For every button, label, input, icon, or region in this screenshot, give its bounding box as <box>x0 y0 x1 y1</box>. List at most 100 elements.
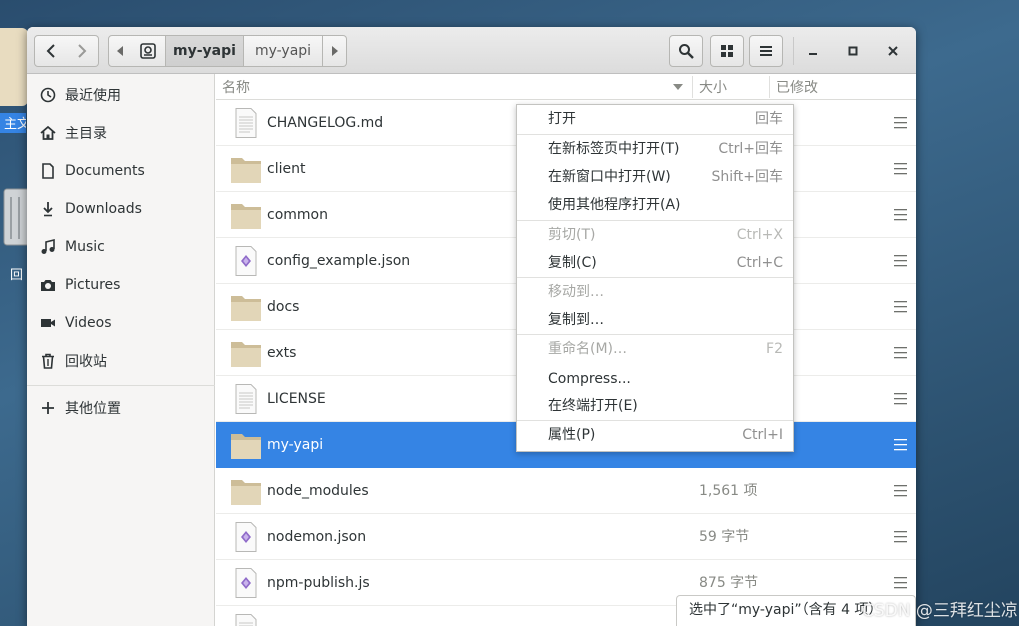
context-menu-item[interactable]: 在新窗口中打开(W) Shift+回车 <box>517 163 793 192</box>
file-name: npm-publish.js <box>267 575 370 591</box>
watermark: CSDN @三拜红尘凉 <box>862 601 1018 621</box>
triangle-right-icon <box>331 46 338 56</box>
desktop-trash-label[interactable]: 回 <box>10 264 23 283</box>
sort-down-icon <box>673 84 683 90</box>
context-menu-item[interactable]: 打开 回车 <box>517 105 793 134</box>
path-root-button[interactable] <box>131 35 166 67</box>
script-file-icon <box>235 568 257 598</box>
context-menu-item[interactable]: 属性(P) Ctrl+I <box>517 421 793 450</box>
folder-icon <box>231 342 261 367</box>
column-divider <box>692 76 693 98</box>
context-menu-item[interactable]: 使用其他程序打开(A) <box>517 191 793 220</box>
column-header-modified[interactable]: 已修改 <box>776 74 818 100</box>
sidebar-item-documents[interactable]: Documents <box>27 153 215 189</box>
maximize-button[interactable] <box>841 39 865 63</box>
camera-icon <box>40 277 56 293</box>
context-menu-item[interactable]: Compress... <box>517 365 793 394</box>
grid-icon <box>721 45 733 57</box>
menu-item-accelerator: Shift+回车 <box>711 169 783 185</box>
file-icon <box>230 430 262 460</box>
sidebar-item-other-locations[interactable]: 其他位置 <box>27 390 215 426</box>
menu-item-label: 复制(C) <box>548 255 597 271</box>
path-scroll-left-button[interactable] <box>108 35 132 67</box>
context-menu-item[interactable]: 在终端打开(E) <box>517 392 793 421</box>
file-row[interactable]: node_modules 1,561 项 <box>216 468 916 514</box>
path-scroll-right-button[interactable] <box>323 35 347 67</box>
header-separator <box>793 37 794 65</box>
column-header-size[interactable]: 大小 <box>699 74 727 100</box>
context-menu-item[interactable]: 复制到… <box>517 306 793 335</box>
sidebar-item-label: Documents <box>65 163 145 179</box>
menu-item-label: 重命名(M)… <box>548 341 628 357</box>
menu-item-label: 打开 <box>548 111 576 127</box>
menu-item-label: 移动到… <box>548 284 604 300</box>
menu-button[interactable] <box>749 35 783 67</box>
file-icon <box>230 522 262 552</box>
maximize-icon <box>848 46 858 56</box>
menu-item-accelerator: F2 <box>766 341 783 357</box>
file-row[interactable]: nodemon.json 59 字节 <box>216 514 916 560</box>
breadcrumb-current[interactable]: my-yapi <box>166 35 244 67</box>
file-name: config_example.json <box>267 253 411 269</box>
sidebar-item-label: Videos <box>65 315 112 331</box>
menu-item-label: 在新标签页中打开(T) <box>548 141 680 157</box>
sidebar-item-home[interactable]: 主目录 <box>27 115 215 151</box>
column-divider <box>769 76 770 98</box>
breadcrumb-child[interactable]: my-yapi <box>244 35 323 67</box>
file-name: docs <box>267 299 300 315</box>
sidebar-item-label: Music <box>65 239 105 255</box>
search-button[interactable] <box>669 35 703 67</box>
file-name: my-yapi <box>267 437 324 453</box>
column-header-name[interactable]: 名称 <box>222 74 692 100</box>
sidebar-item-label: 其他位置 <box>65 401 121 417</box>
menu-item-accelerator: 回车 <box>755 111 783 127</box>
text-file-icon <box>235 108 257 138</box>
menu-item-accelerator: Ctrl+回车 <box>718 141 783 157</box>
chevron-right-icon <box>78 44 87 58</box>
sidebar-item-downloads[interactable]: Downloads <box>27 191 215 227</box>
sidebar-item-recent[interactable]: 最近使用 <box>27 77 215 113</box>
script-file-icon <box>235 246 257 276</box>
menu-item-accelerator: Ctrl+X <box>736 227 783 243</box>
drive-icon <box>140 43 156 59</box>
sidebar-item-videos[interactable]: Videos <box>27 305 215 341</box>
sidebar-item-label: Downloads <box>65 201 142 217</box>
plus-icon <box>40 400 56 416</box>
hamburger-icon <box>760 46 772 56</box>
file-name: exts <box>267 345 297 361</box>
desktop-home-folder-icon[interactable] <box>0 28 28 106</box>
folder-icon <box>231 204 261 229</box>
sidebar-item-label: 最近使用 <box>65 88 121 104</box>
file-icon <box>230 246 262 276</box>
file-icon <box>230 200 262 230</box>
header-bar: my-yapi my-yapi <box>27 27 916 74</box>
file-name: client <box>267 161 306 177</box>
sidebar: 最近使用 主目录 Documents Downloads Music Pictu… <box>27 74 215 626</box>
sidebar-item-label: Pictures <box>65 277 121 293</box>
script-file-icon <box>235 522 257 552</box>
minimize-button[interactable] <box>801 39 825 63</box>
sidebar-item-pictures[interactable]: Pictures <box>27 267 215 303</box>
file-icon <box>230 384 262 414</box>
forward-button[interactable] <box>66 35 99 67</box>
desktop-trash-icon[interactable] <box>2 183 31 247</box>
menu-item-label: 复制到… <box>548 312 604 328</box>
sidebar-item-music[interactable]: Music <box>27 229 215 265</box>
context-menu-item[interactable]: 复制(C) Ctrl+C <box>517 249 793 278</box>
context-menu-item[interactable]: 在新标签页中打开(T) Ctrl+回车 <box>517 135 793 164</box>
video-icon <box>40 315 56 331</box>
triangle-left-icon <box>117 46 123 56</box>
sidebar-item-trash[interactable]: 回收站 <box>27 343 215 379</box>
file-name: nodemon.json <box>267 529 367 545</box>
file-size: 1,561 项 <box>699 483 758 499</box>
close-button[interactable] <box>881 39 905 63</box>
desktop-home-label[interactable]: 主文件夹 <box>0 113 26 133</box>
menu-item-label: 在终端打开(E) <box>548 398 638 414</box>
folder-icon <box>231 296 261 321</box>
file-name: common <box>267 207 328 223</box>
view-toggle-button[interactable] <box>710 35 744 67</box>
file-icon <box>230 568 262 598</box>
back-button[interactable] <box>34 35 67 67</box>
sidebar-separator <box>27 385 215 386</box>
menu-item-label: 属性(P) <box>548 427 596 443</box>
